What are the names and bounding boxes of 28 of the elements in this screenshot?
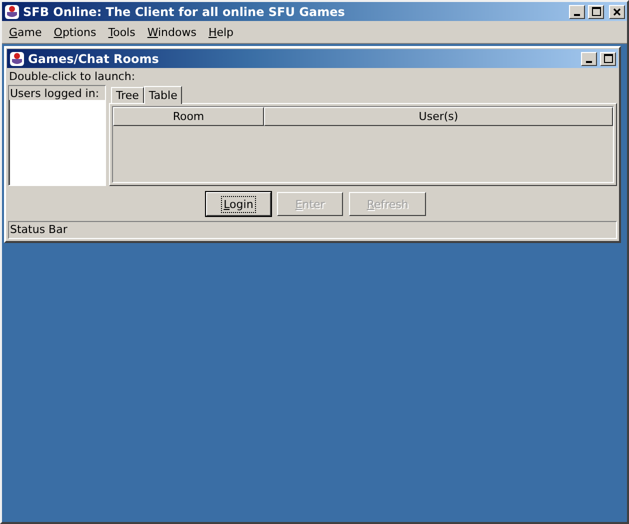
list-header: Users logged in: (9, 86, 105, 100)
column-header[interactable]: Room (113, 107, 264, 126)
minimize-icon (586, 60, 592, 62)
maximize-button[interactable] (600, 52, 616, 66)
menu-item[interactable]: Tools (103, 26, 140, 38)
window-title: SFB Online: The Client for all online SFU Games (23, 4, 346, 18)
maximize-icon (604, 54, 612, 63)
action-button[interactable]: Login (206, 192, 272, 216)
launch-hint: Double-click to launch: (9, 70, 136, 83)
tab[interactable]: Table (144, 86, 182, 104)
maximize-button[interactable] (588, 4, 604, 18)
minimize-button[interactable] (581, 52, 597, 66)
status-bar: Status Bar (8, 221, 617, 239)
maximize-icon (592, 7, 600, 16)
menu-item[interactable]: Windows (142, 26, 202, 38)
close-icon (613, 8, 621, 16)
menu-item[interactable]: Options (48, 26, 102, 38)
menu-item[interactable]: Help (203, 26, 239, 38)
column-header[interactable]: User(s) (264, 107, 613, 126)
close-button[interactable] (609, 4, 625, 18)
tab[interactable]: Tree (111, 87, 144, 103)
minimize-icon (574, 14, 580, 16)
app-icon (9, 50, 25, 66)
frame-title: Games/Chat Rooms (28, 52, 160, 66)
app-icon (4, 4, 20, 20)
users-list[interactable]: Users logged in: (8, 85, 106, 186)
menu-item[interactable]: Game (4, 26, 47, 38)
minimize-button[interactable] (569, 4, 585, 18)
